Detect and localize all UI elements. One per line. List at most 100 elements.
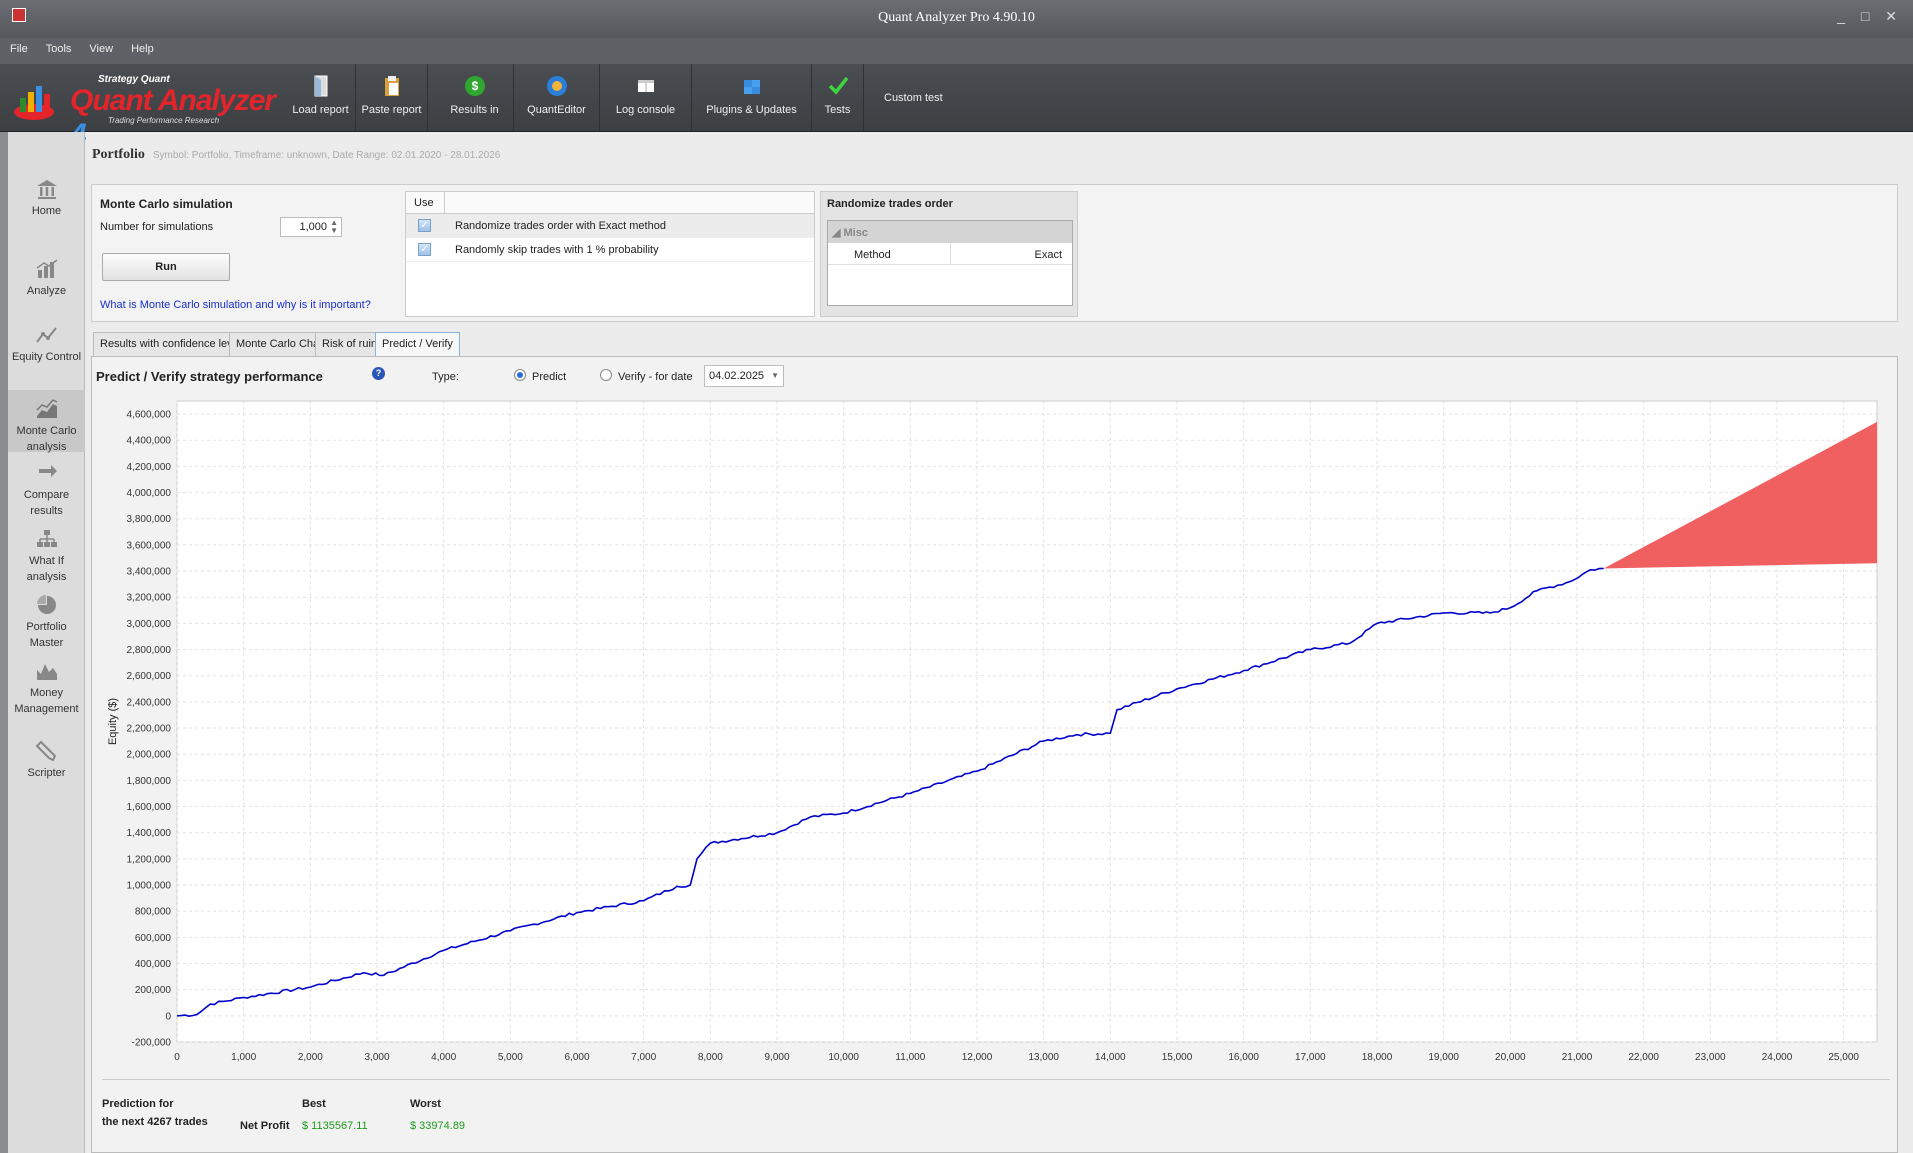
sidebar-label-compare: Compare results xyxy=(23,489,70,517)
sidebar-item-analyze[interactable]: Analyze xyxy=(8,258,85,299)
next-trades-label: the next 4267 trades xyxy=(102,1116,208,1128)
property-row-method[interactable]: Method Exact xyxy=(828,243,1072,265)
method-key: Method xyxy=(854,249,891,261)
y-tick-label: -200,000 xyxy=(132,1038,172,1049)
paste-report-icon xyxy=(384,76,399,96)
verify-radio[interactable] xyxy=(600,369,612,381)
sidebar-label-monte-carlo: Monte Carlo analysis xyxy=(16,425,77,453)
y-tick-label: 1,600,000 xyxy=(127,802,172,813)
tab-predict-verify[interactable]: Predict / Verify xyxy=(375,332,460,356)
sidebar-item-equity-control[interactable]: Equity Control xyxy=(8,324,85,365)
y-tick-label: 3,400,000 xyxy=(127,567,172,578)
menu-view[interactable]: View xyxy=(79,38,121,55)
verify-date-select[interactable]: 04.02.2025 ▼ xyxy=(704,365,784,387)
use-table-header: Use xyxy=(406,192,814,214)
y-tick-label: 2,000,000 xyxy=(127,750,172,761)
skip-checkbox[interactable]: ✓ xyxy=(418,243,431,256)
x-tick-label: 7,000 xyxy=(631,1052,656,1063)
option-row-skip[interactable]: ✓ Randomly skip trades with 1 % probabil… xyxy=(406,238,814,262)
x-tick-label: 11,000 xyxy=(895,1052,925,1063)
menu-tools[interactable]: Tools xyxy=(36,38,80,55)
predict-title: Predict / Verify strategy performance xyxy=(96,369,323,384)
sidebar-item-home[interactable]: Home xyxy=(8,178,85,219)
y-tick-label: 4,600,000 xyxy=(127,410,172,421)
worst-header: Worst xyxy=(410,1098,441,1110)
window-title: Quant Analyzer Pro 4.90.10 xyxy=(878,10,1035,25)
randomize-title: Randomize trades order xyxy=(827,198,953,210)
y-tick-label: 2,800,000 xyxy=(127,645,172,656)
y-tick-label: 2,400,000 xyxy=(127,697,172,708)
left-sidebar: Home Analyze Equity Control Monte Carlo … xyxy=(0,132,85,1153)
menu-bar: File Tools View Help xyxy=(0,38,1913,64)
custom-test-label[interactable]: Custom test xyxy=(884,92,943,104)
x-tick-label: 15,000 xyxy=(1162,1052,1193,1063)
sidebar-label-money-management: Money Management xyxy=(14,687,79,715)
tab-risk-of-ruin[interactable]: Risk of ruin xyxy=(315,332,385,356)
sidebar-label-analyze: Analyze xyxy=(26,285,67,297)
verify-radio-label[interactable]: Verify - for date xyxy=(618,371,693,383)
property-group-misc[interactable]: ◢ Misc xyxy=(828,221,1072,243)
y-tick-label: 4,000,000 xyxy=(127,488,172,499)
sidebar-item-what-if[interactable]: What If analysis xyxy=(8,528,85,585)
method-value[interactable]: Exact xyxy=(1034,249,1062,261)
tests-label: Tests xyxy=(824,104,851,116)
quanteditor-button[interactable]: QuantEditor xyxy=(514,64,600,131)
x-tick-label: 18,000 xyxy=(1362,1052,1393,1063)
predict-radio[interactable] xyxy=(514,369,526,381)
sidebar-item-scripter[interactable]: Scripter xyxy=(8,740,85,781)
simulations-label: Number for simulations xyxy=(100,221,214,233)
prediction-for-label: Prediction for xyxy=(102,1098,174,1110)
sidebar-item-portfolio[interactable]: Portfolio Master xyxy=(8,594,85,651)
sidebar-item-money-management[interactable]: Money Management xyxy=(8,660,85,717)
load-report-button[interactable]: Load report xyxy=(286,64,356,131)
menu-file[interactable]: File xyxy=(0,38,36,55)
y-tick-label: 2,200,000 xyxy=(127,724,172,735)
main-toolbar: Strategy Quant Quant Analyzer 4 Trading … xyxy=(0,64,1913,151)
log-console-button[interactable]: Log console xyxy=(600,64,692,131)
log-console-icon xyxy=(637,80,654,92)
breadcrumb: Portfolio Symbol: Portfolio, Timeframe: u… xyxy=(92,146,500,163)
y-tick-label: 400,000 xyxy=(135,959,172,970)
run-button[interactable]: Run xyxy=(102,253,230,281)
x-tick-label: 9,000 xyxy=(764,1052,789,1063)
scripter-icon xyxy=(35,740,56,762)
simulations-value: 1,000 xyxy=(299,221,327,233)
y-tick-label: 4,200,000 xyxy=(127,462,172,473)
mc-help-link[interactable]: What is Monte Carlo simulation and why i… xyxy=(100,299,371,311)
best-header: Best xyxy=(302,1098,326,1110)
x-tick-label: 25,000 xyxy=(1828,1052,1859,1063)
predict-radio-label[interactable]: Predict xyxy=(532,371,566,383)
plugins-icon xyxy=(743,80,760,94)
plugins-updates-button[interactable]: Plugins & Updates xyxy=(692,64,812,131)
quanteditor-icon xyxy=(546,76,567,96)
y-tick-label: 3,800,000 xyxy=(127,514,172,525)
home-icon xyxy=(36,180,57,199)
sidebar-label-what-if: What If analysis xyxy=(26,555,67,583)
randomize-properties-panel: Randomize trades order ◢ Misc Method Exa… xyxy=(820,191,1078,317)
window-controls[interactable]: _ □ ✕ xyxy=(1837,8,1903,25)
x-tick-label: 23,000 xyxy=(1695,1052,1726,1063)
spinner-arrows-icon[interactable]: ▲ ▼ xyxy=(330,219,338,235)
x-tick-label: 10,000 xyxy=(828,1052,859,1063)
y-tick-label: 4,400,000 xyxy=(127,436,172,447)
sidebar-item-monte-carlo[interactable]: Monte Carlo analysis xyxy=(8,390,85,453)
randomize-checkbox[interactable]: ✓ xyxy=(418,219,431,232)
x-tick-label: 4,000 xyxy=(431,1052,456,1063)
tests-button[interactable]: Tests xyxy=(812,64,864,131)
option-row-randomize[interactable]: ✓ Randomize trades order with Exact meth… xyxy=(406,214,814,238)
simulations-stepper[interactable]: 1,000 ▲ ▼ xyxy=(280,217,342,237)
x-tick-label: 1,000 xyxy=(231,1052,256,1063)
y-tick-label: 1,200,000 xyxy=(127,854,172,865)
results-button[interactable]: $ Results in xyxy=(436,64,514,131)
main-content: Portfolio Symbol: Portfolio, Timeframe: u… xyxy=(86,132,1913,1153)
sidebar-item-compare[interactable]: Compare results xyxy=(8,462,85,519)
predict-verify-panel: Predict / Verify strategy performance ? … xyxy=(91,356,1898,1153)
menu-help[interactable]: Help xyxy=(121,38,162,55)
verify-date-value: 04.02.2025 xyxy=(709,370,765,382)
option-label-skip: Randomly skip trades with 1 % probabilit… xyxy=(455,244,659,256)
help-icon[interactable]: ? xyxy=(372,367,385,380)
paste-report-button[interactable]: Paste report xyxy=(356,64,428,131)
y-tick-label: 1,000,000 xyxy=(127,881,172,892)
money-management-icon xyxy=(36,664,57,680)
x-tick-label: 5,000 xyxy=(498,1052,523,1063)
